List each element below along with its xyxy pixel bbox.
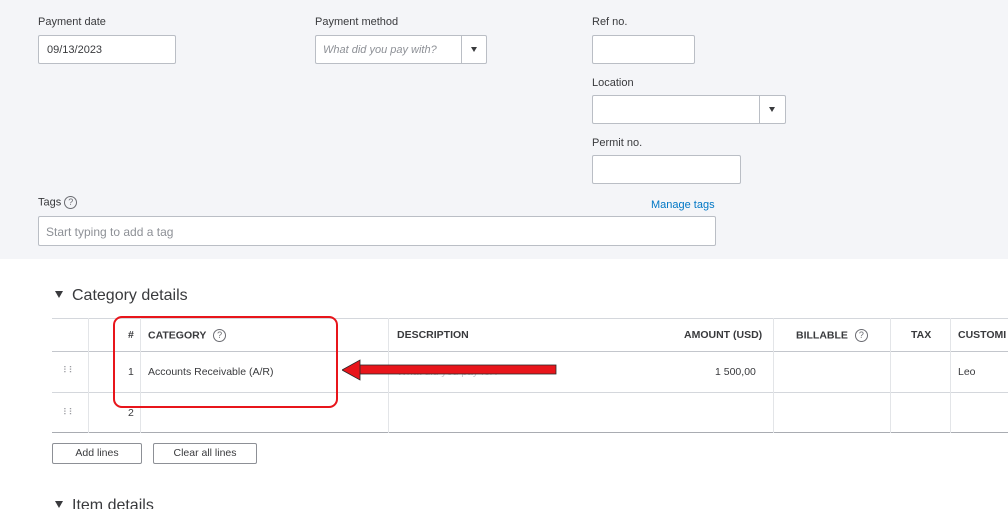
col-header-billable-label: BILLABLE xyxy=(796,329,848,342)
chevron-down-icon xyxy=(769,107,775,112)
payment-form-panel: Payment date 09/13/2023 Payment method W… xyxy=(0,0,1008,259)
drag-handle-icon[interactable]: ⠇⠇ xyxy=(63,365,75,376)
payment-date-value: 09/13/2023 xyxy=(47,44,103,56)
payment-method-select[interactable]: What did you pay with? xyxy=(315,35,487,64)
item-details-title: Item details xyxy=(72,497,154,509)
tags-label-group: Tags ? xyxy=(38,196,78,209)
collapse-caret-icon xyxy=(55,291,63,299)
payment-date-label: Payment date xyxy=(38,16,106,28)
add-lines-button[interactable]: Add lines xyxy=(52,443,142,464)
tags-placeholder: Start typing to add a tag xyxy=(46,225,174,239)
col-header-description: DESCRIPTION xyxy=(397,329,469,341)
annotation-arrow xyxy=(342,359,557,381)
col-divider xyxy=(950,318,951,433)
location-select[interactable] xyxy=(592,95,786,124)
payment-method-label: Payment method xyxy=(315,16,399,28)
col-divider xyxy=(890,318,891,433)
permit-no-field[interactable] xyxy=(592,155,741,184)
permit-no-label: Permit no. xyxy=(592,137,643,149)
help-icon[interactable]: ? xyxy=(64,196,78,209)
annotation-highlight-box xyxy=(113,316,338,408)
payment-date-field[interactable]: 09/13/2023 xyxy=(38,35,176,64)
row-customer[interactable]: Leo xyxy=(958,366,976,378)
chevron-down-icon xyxy=(471,47,477,52)
col-divider xyxy=(773,318,774,433)
ref-no-label: Ref no. xyxy=(592,16,628,28)
help-icon[interactable]: ? xyxy=(854,329,868,342)
col-header-tax: TAX xyxy=(911,329,932,341)
location-dropdown-button[interactable] xyxy=(759,96,785,123)
row-amount[interactable]: 1 500,00 xyxy=(715,366,756,378)
payment-method-dropdown-button[interactable] xyxy=(461,36,487,63)
table-bottom-border xyxy=(52,432,1008,433)
category-details-toggle[interactable]: Category details xyxy=(55,287,188,305)
manage-tags-link[interactable]: Manage tags xyxy=(651,199,715,211)
row-number: 2 xyxy=(128,407,134,419)
payment-method-placeholder: What did you pay with? xyxy=(323,44,437,56)
clear-all-lines-button[interactable]: Clear all lines xyxy=(153,443,257,464)
col-divider xyxy=(88,318,89,433)
tags-input[interactable]: Start typing to add a tag xyxy=(38,216,716,246)
col-header-billable: BILLABLE ? xyxy=(796,329,868,342)
tags-label: Tags xyxy=(38,196,62,209)
item-details-toggle[interactable]: Item details xyxy=(55,497,154,509)
col-header-customer: CUSTOMI xyxy=(958,329,1007,341)
location-label: Location xyxy=(592,77,634,89)
collapse-caret-icon xyxy=(55,501,63,509)
category-details-title: Category details xyxy=(72,287,188,304)
col-header-amount: AMOUNT (USD) xyxy=(684,329,763,341)
drag-handle-icon[interactable]: ⠇⠇ xyxy=(63,407,75,418)
ref-no-field[interactable] xyxy=(592,35,695,64)
